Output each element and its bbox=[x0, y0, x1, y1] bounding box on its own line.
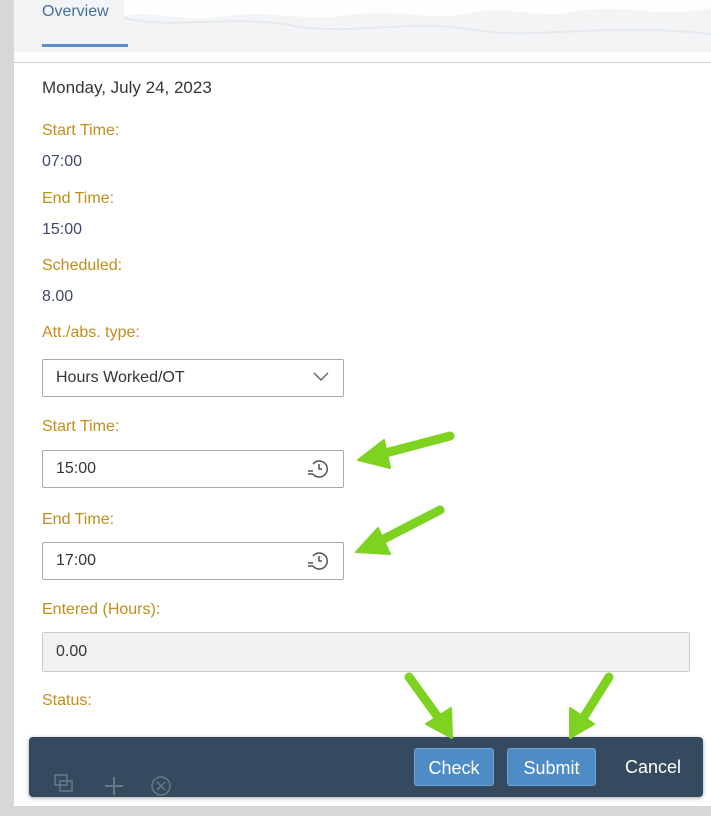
arrow-check-button bbox=[404, 672, 453, 739]
arrow-start-time bbox=[357, 431, 455, 469]
arrow-submit-button bbox=[569, 672, 614, 739]
arrow-end-time bbox=[355, 505, 445, 555]
annotation-arrows bbox=[355, 431, 614, 739]
